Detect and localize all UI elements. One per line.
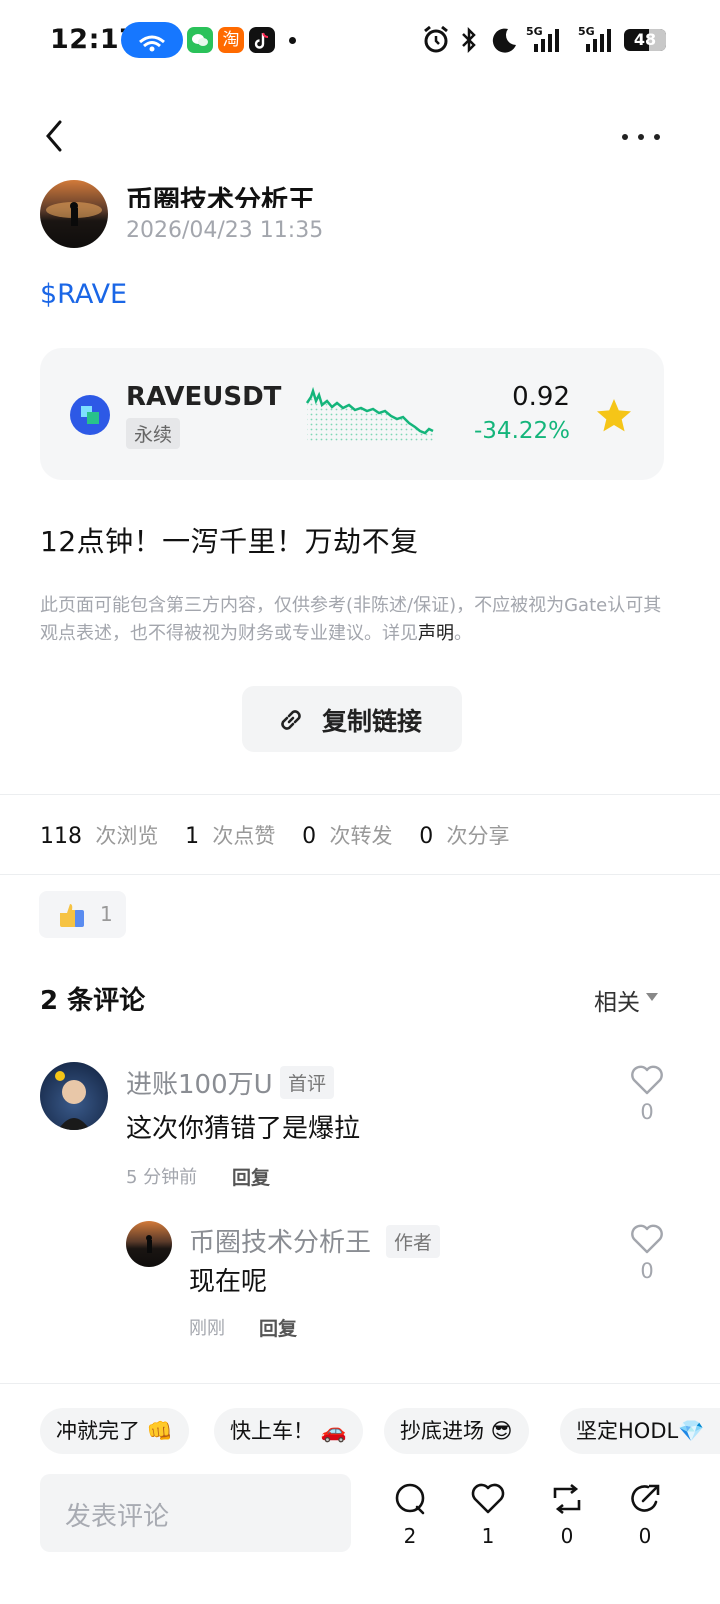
repost-icon[interactable] bbox=[550, 1482, 584, 1516]
copy-link-label: 复制链接 bbox=[322, 707, 423, 736]
caret-down-icon[interactable] bbox=[646, 993, 658, 1001]
reply-like-count: 0 bbox=[640, 1259, 654, 1283]
back-icon[interactable] bbox=[40, 118, 70, 154]
disclaimer-text: 此页面可能包含第三方内容，仅供参考(非陈述/保证)，不应被视为Gate认可其观点… bbox=[40, 595, 662, 644]
share-icon[interactable] bbox=[628, 1482, 662, 1516]
ticker-type-badge: 永续 bbox=[126, 418, 181, 449]
bluetooth-icon bbox=[462, 26, 476, 54]
comments-title: 2 条评论 bbox=[40, 986, 146, 1016]
quick-reply-chip[interactable]: 抄底进场 😎 bbox=[384, 1408, 529, 1454]
hotspot-pill bbox=[121, 22, 183, 58]
author-badge: 作者 bbox=[386, 1225, 441, 1258]
likes-count: 1 bbox=[185, 824, 200, 849]
commenter-avatar[interactable] bbox=[40, 1062, 108, 1130]
more-options-icon[interactable] bbox=[620, 128, 662, 146]
like-icon[interactable] bbox=[471, 1482, 505, 1516]
shares-label: 次分享 bbox=[446, 824, 510, 848]
reaction-count: 1 bbox=[100, 902, 113, 926]
reply-author-avatar[interactable] bbox=[126, 1221, 172, 1267]
reply-time: 刚刚 bbox=[189, 1318, 225, 1339]
battery-icon: 48 bbox=[624, 29, 666, 51]
quick-reply-chip[interactable]: 快上车！ 🚗 bbox=[214, 1408, 363, 1454]
coin-logo-icon bbox=[70, 395, 110, 435]
heart-icon[interactable] bbox=[630, 1223, 664, 1255]
disclaimer: 此页面可能包含第三方内容，仅供参考(非陈述/保证)，不应被视为Gate认可其观点… bbox=[40, 592, 670, 648]
disclaimer-link[interactable]: 声明 bbox=[418, 623, 454, 644]
comment-like-count: 0 bbox=[640, 1100, 654, 1124]
reposts-count: 0 bbox=[302, 824, 317, 849]
signal-icon-1 bbox=[534, 29, 559, 52]
views-count: 118 bbox=[40, 824, 82, 849]
taobao-icon: 淘 bbox=[218, 27, 244, 53]
divider bbox=[0, 794, 720, 795]
wechat-icon bbox=[187, 27, 213, 53]
post-stats: 118 次浏览 1 次点赞 0 次转发 0 次分享 bbox=[40, 820, 510, 850]
likes-label: 次点赞 bbox=[212, 824, 276, 848]
commenter-name[interactable]: 进账100万U bbox=[126, 1064, 273, 1101]
favorite-star-icon[interactable] bbox=[595, 397, 633, 435]
ticker-symbol: RAVEUSDT bbox=[126, 382, 282, 412]
divider bbox=[0, 874, 720, 875]
quick-reply-chip[interactable]: 坚定HODL💎 bbox=[560, 1408, 720, 1454]
signal-icon-2 bbox=[586, 29, 611, 52]
quick-reply-chip[interactable]: 冲就完了 👊 bbox=[40, 1408, 189, 1454]
moon-icon bbox=[492, 28, 516, 53]
comment-input[interactable]: 发表评论 bbox=[40, 1474, 351, 1552]
reply-button[interactable]: 回复 bbox=[259, 1314, 297, 1341]
copy-link-button[interactable]: 复制链接 bbox=[242, 686, 462, 752]
comment-icon[interactable] bbox=[393, 1482, 427, 1516]
thumbs-up-icon bbox=[60, 904, 84, 927]
reply-text: 现在呢 bbox=[189, 1267, 268, 1297]
status-bar: 12:17 淘 5G 5G 48 bbox=[0, 0, 720, 80]
comment-time: 5 分钟前 bbox=[126, 1167, 198, 1188]
author-avatar[interactable] bbox=[40, 180, 108, 248]
share-count: 0 bbox=[638, 1524, 652, 1548]
ticker-price: 0.92 bbox=[512, 382, 570, 412]
ticker-change: -34.22% bbox=[474, 418, 570, 444]
heart-icon[interactable] bbox=[630, 1064, 664, 1096]
alarm-icon bbox=[424, 25, 448, 53]
link-icon bbox=[281, 710, 301, 730]
author-name[interactable]: 币圈技术分析王 bbox=[126, 180, 315, 208]
repost-count: 0 bbox=[560, 1524, 574, 1548]
views-label: 次浏览 bbox=[95, 824, 159, 848]
comment-count: 2 bbox=[403, 1524, 417, 1548]
post-content: 12点钟！一泻千里！万劫不复 bbox=[40, 525, 419, 558]
sort-dropdown[interactable]: 相关 bbox=[594, 983, 640, 1017]
reply-button[interactable]: 回复 bbox=[232, 1163, 270, 1190]
comment-input-placeholder: 发表评论 bbox=[65, 1502, 170, 1532]
divider bbox=[0, 1383, 720, 1384]
first-comment-badge: 首评 bbox=[280, 1066, 335, 1099]
tiktok-icon bbox=[249, 27, 275, 53]
post-date: 2026/04/23 11:35 bbox=[126, 218, 324, 243]
coin-tag-link[interactable]: $RAVE bbox=[40, 279, 127, 310]
reply-author-name[interactable]: 币圈技术分析王 bbox=[189, 1222, 371, 1259]
battery-level: 48 bbox=[633, 30, 657, 49]
comment-text: 这次你猜错了是爆拉 bbox=[126, 1114, 361, 1144]
price-sparkline bbox=[305, 386, 434, 443]
like-count: 1 bbox=[481, 1524, 495, 1548]
disclaimer-end: 。 bbox=[454, 623, 472, 644]
hotspot-icon bbox=[139, 35, 165, 52]
reaction-chip[interactable]: 1 bbox=[39, 891, 126, 938]
notification-dot-icon bbox=[289, 37, 296, 44]
reposts-label: 次转发 bbox=[329, 824, 393, 848]
shares-count: 0 bbox=[419, 824, 434, 849]
